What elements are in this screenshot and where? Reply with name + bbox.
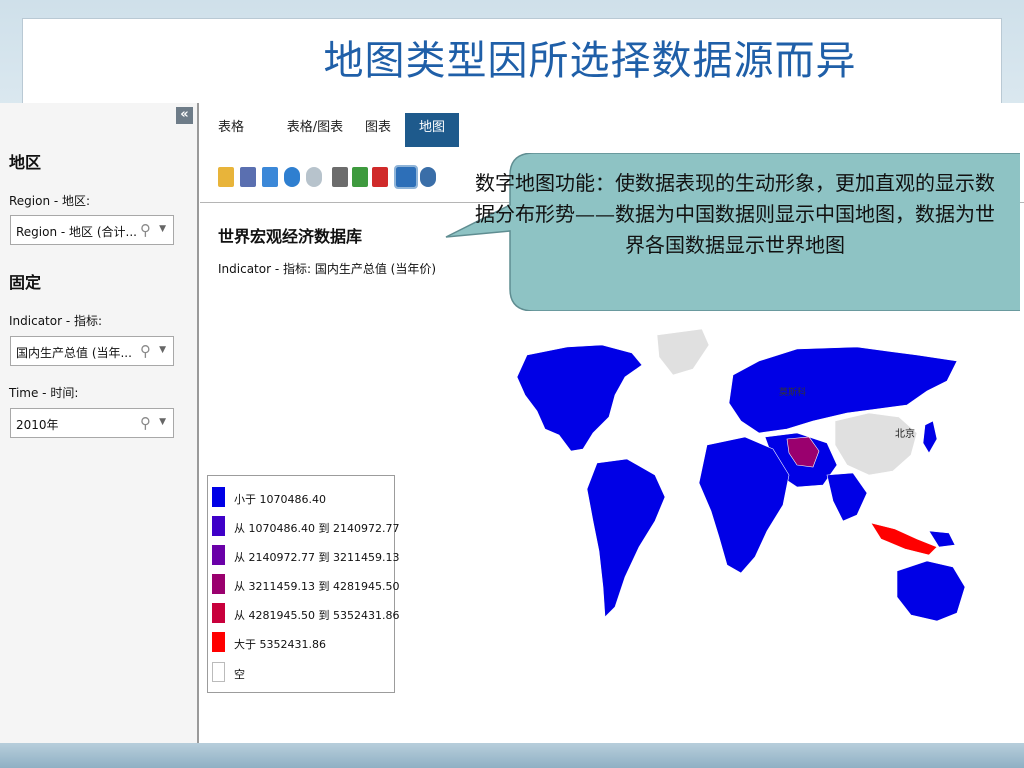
legend-swatch	[212, 574, 225, 594]
map-south-asia[interactable]	[826, 472, 868, 522]
search-icon[interactable]: ⚲	[140, 342, 151, 360]
slide-bottom-strip	[0, 742, 1024, 768]
slide-title: 地图类型因所选择数据源而异	[323, 38, 857, 84]
filter-sidebar: « 地区 Region - 地区: Region - 地区 (合计... ⚲ ▼…	[0, 103, 199, 743]
tab-table-chart[interactable]: 表格/图表	[279, 113, 351, 147]
collapse-sidebar-button[interactable]: «	[176, 107, 193, 124]
legend-label: 从 1070486.40 到 2140972.77	[234, 522, 400, 535]
refresh-icon[interactable]	[262, 167, 278, 187]
pdf-icon[interactable]	[372, 167, 388, 187]
chevron-down-icon[interactable]: ▼	[159, 417, 166, 427]
map-south-america[interactable]	[586, 458, 666, 618]
tab-table[interactable]: 表格	[205, 113, 257, 147]
legend-swatch	[212, 662, 225, 682]
map-indonesia[interactable]	[870, 522, 938, 556]
excel-icon[interactable]	[352, 167, 368, 187]
search-icon[interactable]: ⚲	[140, 414, 151, 432]
legend-label: 从 3211459.13 到 4281945.50	[234, 580, 400, 593]
save-icon[interactable]	[240, 167, 256, 187]
map-africa[interactable]	[698, 436, 790, 574]
legend-label: 小于 1070486.40	[234, 493, 326, 506]
time-value: 2010年	[16, 418, 59, 432]
map-label-moscow: 莫斯科	[779, 386, 806, 398]
world-map[interactable]: 莫斯科 华盛顿 北京	[497, 325, 1017, 645]
indicator-label: Indicator - 指标:	[9, 314, 103, 328]
redo-icon[interactable]	[306, 167, 322, 187]
fixed-section-heading: 固定	[9, 273, 42, 292]
region-label: Region - 地区:	[9, 194, 91, 208]
map-legend: 小于 1070486.40 从 1070486.40 到 2140972.77 …	[207, 475, 399, 693]
map-australia[interactable]	[896, 560, 966, 622]
legend-label: 空	[234, 668, 245, 681]
folder-icon[interactable]	[218, 167, 234, 187]
legend-swatch	[212, 516, 225, 536]
legend-swatch	[212, 603, 225, 623]
region-select[interactable]: Region - 地区 (合计... ⚲ ▼	[10, 215, 174, 245]
indicator-value: 国内生产总值 (当年...	[16, 346, 132, 360]
chart-view-icon[interactable]	[394, 165, 418, 189]
map-label-beijing: 北京	[895, 427, 915, 440]
tab-map[interactable]: 地图	[405, 113, 459, 147]
callout-text: 数字地图功能：使数据表现的生动形象，更加直观的显示数据分布形势——数据为中国数据…	[475, 171, 995, 257]
map-china[interactable]	[834, 412, 918, 476]
indicator-caption: Indicator - 指标: 国内生产总值 (当年价)	[218, 262, 437, 276]
region-section-heading: 地区	[9, 153, 42, 172]
search-icon[interactable]: ⚲	[140, 221, 151, 239]
legend-label: 从 2140972.77 到 3211459.13	[234, 551, 400, 564]
chevron-down-icon[interactable]: ▼	[159, 224, 166, 234]
legend-swatch	[212, 632, 225, 652]
map-greenland[interactable]	[656, 328, 710, 376]
database-title: 世界宏观经济数据库	[218, 227, 363, 246]
settings-icon[interactable]	[420, 167, 436, 187]
undo-icon[interactable]	[284, 167, 300, 187]
region-value: Region - 地区 (合计...	[16, 225, 137, 239]
map-japan[interactable]	[922, 420, 938, 454]
tab-chart[interactable]: 图表	[355, 113, 401, 147]
legend-label: 从 4281945.50 到 5352431.86	[234, 609, 400, 622]
indicator-select[interactable]: 国内生产总值 (当年... ⚲ ▼	[10, 336, 174, 366]
legend-swatch	[212, 545, 225, 565]
legend-swatch	[212, 487, 225, 507]
map-label-washington: 华盛顿	[603, 427, 633, 440]
legend-label: 大于 5352431.86	[234, 638, 326, 651]
time-label: Time - 时间:	[9, 386, 79, 400]
time-select[interactable]: 2010年 ⚲ ▼	[10, 408, 174, 438]
print-icon[interactable]	[332, 167, 348, 187]
chevron-down-icon[interactable]: ▼	[159, 345, 166, 355]
map-new-guinea[interactable]	[928, 530, 956, 548]
